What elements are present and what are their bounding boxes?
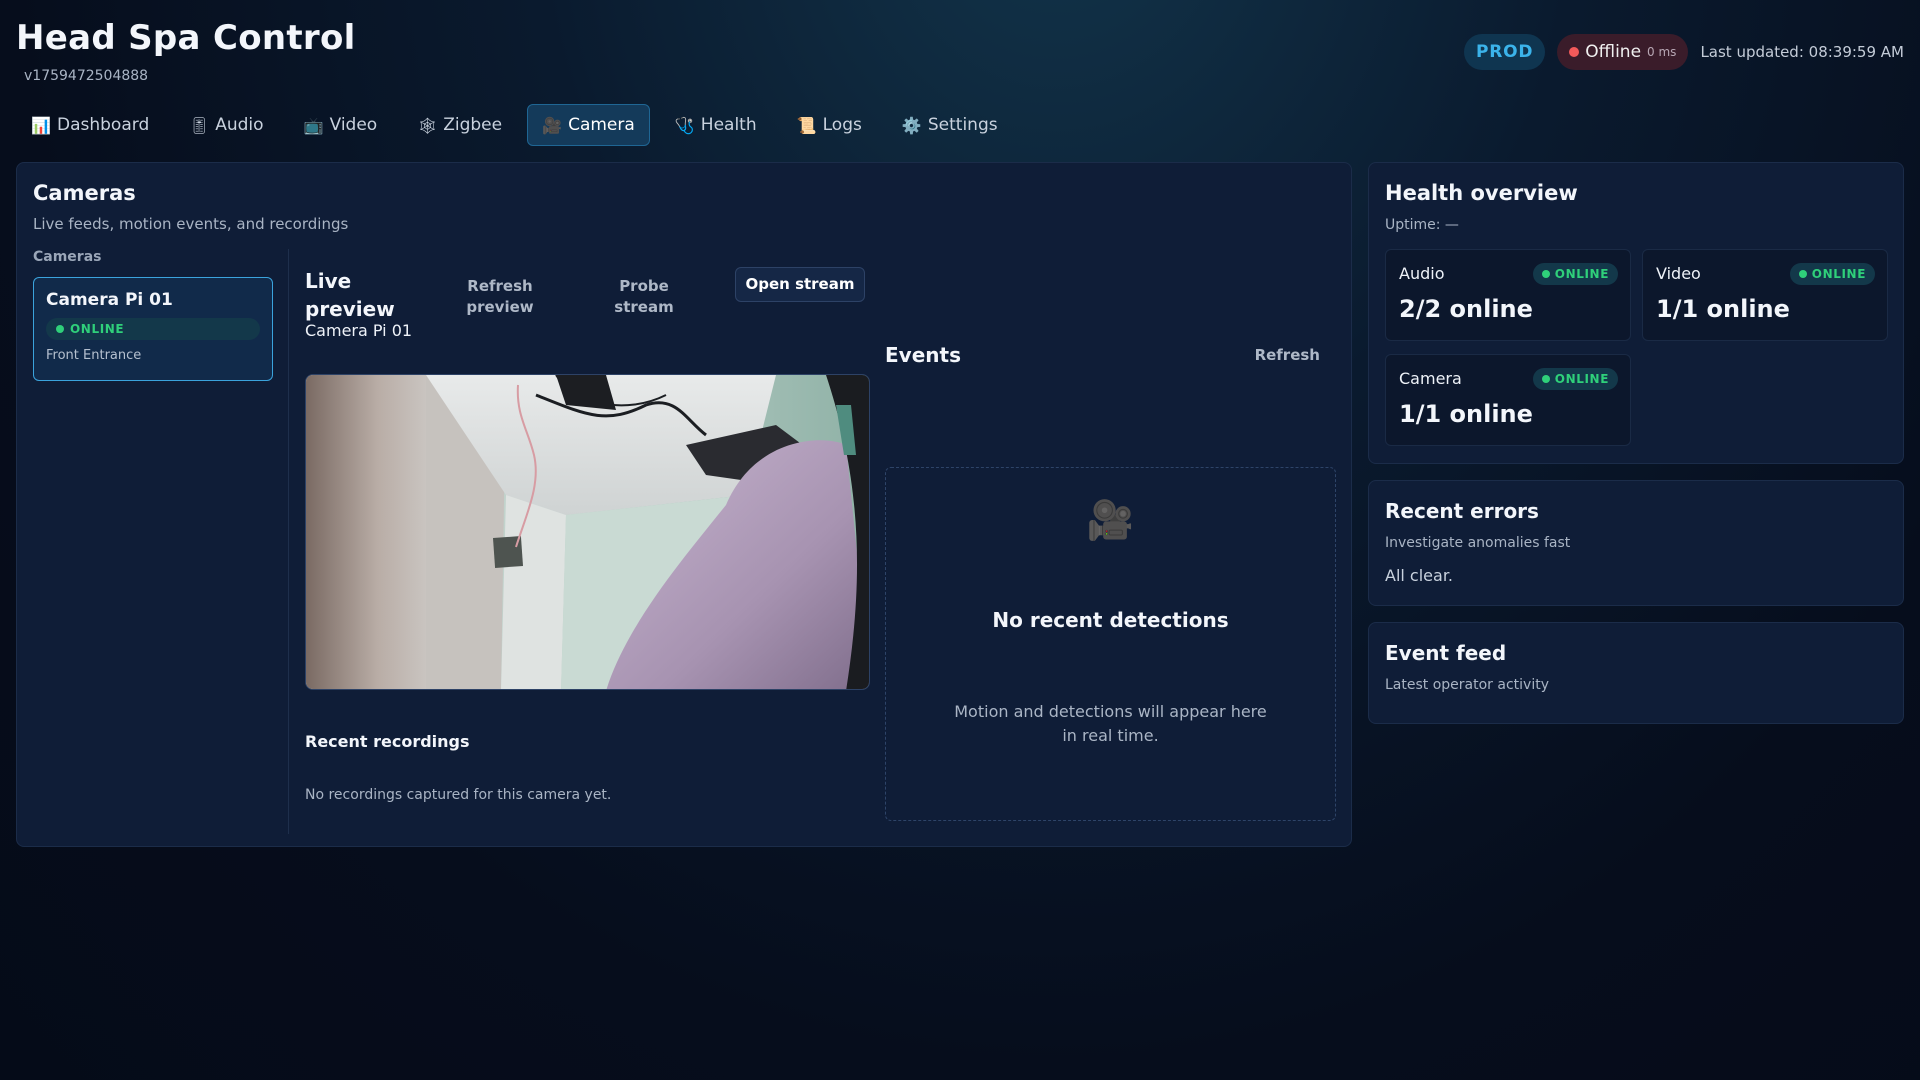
status-badge: ONLINE [46,318,260,340]
status-label: ONLINE [1554,372,1609,386]
speaker-icon: 🎚 [189,115,210,135]
event-feed-subtitle: Latest operator activity [1385,677,1549,693]
connection-latency: 0 ms [1647,45,1677,59]
event-feed-card: Event feed Latest operator activity [1368,622,1904,724]
stethoscope-icon: 🩺 [674,115,695,135]
tab-label: Settings [927,115,998,135]
recent-errors-title: Recent errors [1385,499,1539,523]
tv-icon: 📺 [303,115,324,135]
tile-value: 2/2 online [1399,295,1533,323]
tab-label: Health [700,115,757,135]
tab-label: Video [329,115,378,135]
status-label: ONLINE [1811,267,1866,281]
live-preview-section: Live preview Refresh preview Probe strea… [305,267,870,803]
tab-health[interactable]: 🩺 Health [660,104,772,146]
tab-label: Zigbee [443,115,503,135]
status-bar: PROD Offline 0 ms Last updated: 08:39:59… [1463,34,1904,70]
camera-list-label: Cameras [33,249,102,265]
events-section: Events Refresh 🎥 No recent detections Mo… [885,343,1336,821]
health-overview-title: Health overview [1385,181,1578,205]
recordings-empty-message: No recordings captured for this camera y… [305,787,612,803]
tile-value: 1/1 online [1399,400,1533,428]
tab-label: Logs [822,115,862,135]
tab-video[interactable]: 📺 Video [289,104,393,146]
offline-dot-icon [1569,47,1580,57]
tab-settings[interactable]: ⚙️ Settings [887,104,1013,146]
status-badge: ONLINE [1789,263,1875,285]
events-title: Events [885,343,961,367]
events-empty-state: 🎥 No recent detections Motion and detect… [885,467,1336,821]
cameras-panel-title: Cameras [33,181,136,205]
camera-list: Cameras Camera Pi 01 ONLINE Front Entran… [33,249,273,381]
tab-label: Dashboard [57,115,150,135]
tab-dashboard[interactable]: 📊 Dashboard [16,104,164,146]
recent-errors-card: Recent errors Investigate anomalies fast… [1368,480,1904,606]
camera-list-item[interactable]: Camera Pi 01 ONLINE Front Entrance [33,277,273,381]
camera-name: Camera Pi 01 [46,290,173,310]
cameras-panel-subtitle: Live feeds, motion events, and recording… [33,215,349,233]
cameras-panel: Cameras Live feeds, motion events, and r… [16,162,1352,847]
tab-logs[interactable]: 📜 Logs [782,104,877,146]
event-feed-title: Event feed [1385,641,1507,665]
video-camera-icon: 🎥 [1086,498,1135,542]
tab-label: Camera [568,115,635,135]
tab-camera[interactable]: 🎥 Camera [527,104,650,146]
refresh-preview-button[interactable]: Refresh preview [445,271,555,323]
tab-audio[interactable]: 🎚 Audio [174,104,278,146]
camera-location: Front Entrance [46,348,142,363]
environment-badge: PROD [1463,34,1546,70]
health-tile-camera: Camera ONLINE 1/1 online [1385,354,1631,446]
online-dot-icon [1798,270,1807,278]
status-badge: ONLINE [1532,368,1618,390]
online-dot-icon [1541,270,1550,278]
app-version: v1759472504888 [24,68,149,84]
app-title: Head Spa Control [16,18,356,58]
gear-icon: ⚙️ [901,115,922,135]
divider [288,249,289,834]
video-camera-icon: 🎥 [542,115,562,135]
probe-stream-button[interactable]: Probe stream [599,271,689,323]
health-tile-audio: Audio ONLINE 2/2 online [1385,249,1631,341]
last-updated-text: Last updated: 08:39:59 AM [1700,43,1904,61]
recent-recordings-title: Recent recordings [305,732,470,751]
tab-label: Audio [215,115,264,135]
open-stream-button[interactable]: Open stream [735,267,865,302]
status-label: ONLINE [1554,267,1609,281]
connection-status-badge: Offline 0 ms [1557,34,1689,70]
status-badge: ONLINE [1532,263,1618,285]
app-header: Head Spa Control v1759472504888 [16,18,356,84]
empty-state-text: Motion and detections will appear here i… [954,702,1267,745]
tile-value: 1/1 online [1656,295,1790,323]
online-dot-icon [56,325,64,333]
health-overview-card: Health overview Uptime: — Audio ONLINE 2… [1368,162,1904,464]
recent-errors-subtitle: Investigate anomalies fast [1385,535,1571,551]
connection-status-label: Offline [1585,42,1642,62]
camera-preview-image [305,374,870,690]
main-nav: 📊 Dashboard 🎚 Audio 📺 Video 🕸 Zigbee 🎥 C… [16,104,1013,146]
bar-chart-icon: 📊 [31,115,51,135]
preview-camera-name: Camera Pi 01 [305,321,413,340]
status-label: ONLINE [70,322,125,336]
errors-message: All clear. [1385,566,1454,585]
camera-snapshot [306,375,869,689]
uptime-text: Uptime: — [1385,217,1459,233]
empty-state-title: No recent detections [992,608,1229,632]
tab-zigbee[interactable]: 🕸 Zigbee [402,104,517,146]
scroll-icon: 📜 [796,115,817,135]
network-icon: 🕸 [417,115,438,135]
events-refresh-button[interactable]: Refresh [1255,346,1336,364]
health-tile-video: Video ONLINE 1/1 online [1642,249,1888,341]
online-dot-icon [1541,375,1550,383]
live-preview-title: Live preview [305,269,395,321]
